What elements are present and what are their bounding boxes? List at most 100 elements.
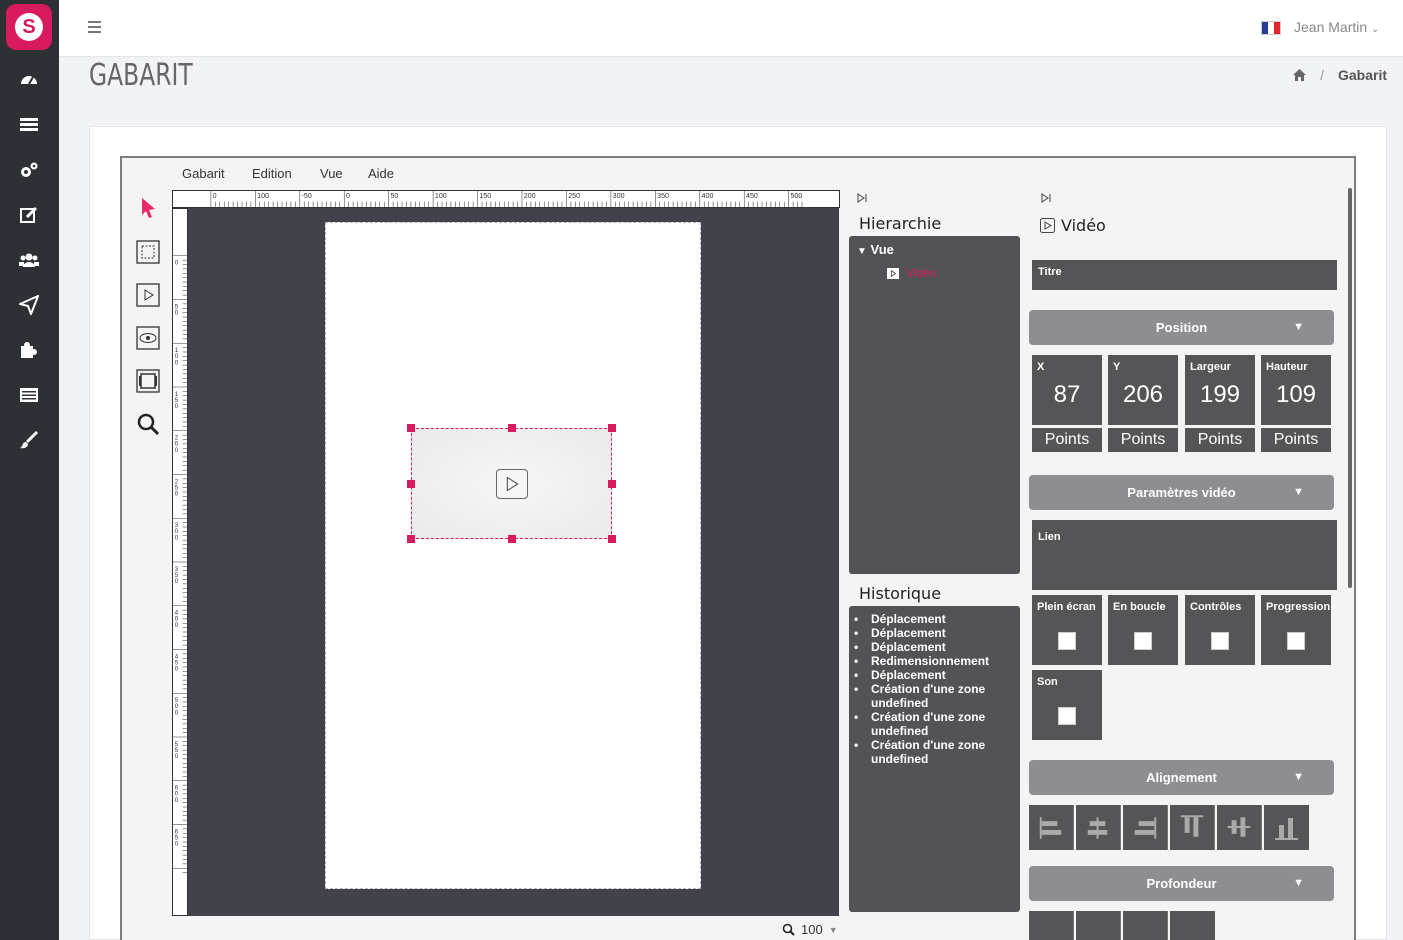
y-label: Y bbox=[1113, 361, 1121, 373]
view-tool-icon[interactable] bbox=[136, 326, 160, 350]
properties-scrollbar[interactable] bbox=[1348, 188, 1352, 588]
width-value[interactable]: 199 bbox=[1185, 381, 1255, 409]
align-middle-v-icon[interactable] bbox=[1217, 805, 1262, 850]
card-list-icon[interactable] bbox=[19, 385, 39, 405]
width-unit[interactable]: Points bbox=[1185, 428, 1255, 452]
app-logo[interactable]: S bbox=[6, 4, 52, 50]
zoom-control[interactable]: 100 ▼ bbox=[782, 922, 838, 937]
y-value[interactable]: 206 bbox=[1108, 381, 1178, 409]
slideshow-tool-icon[interactable] bbox=[136, 369, 160, 393]
ruler-top-label: 50 bbox=[390, 192, 398, 200]
menu-gabarit[interactable]: Gabarit bbox=[182, 166, 225, 181]
resize-handle-l[interactable] bbox=[407, 480, 415, 488]
depth-accordion[interactable]: Profondeur ▼ bbox=[1029, 866, 1334, 901]
sidebar: S bbox=[0, 0, 59, 940]
french-flag-icon[interactable] bbox=[1261, 21, 1281, 35]
position-accordion[interactable]: Position ▼ bbox=[1029, 310, 1334, 345]
ruler-left: 0 5 0 1 0 0 1 5 0 2 0 0 2 5 0 3 0 0 3 5 0 4 0 0 4 5 0 5 0 0 5 5 0 6 0 0 6 5 0 bbox=[172, 208, 188, 916]
link-field[interactable]: Lien bbox=[1032, 520, 1337, 590]
search-icon[interactable] bbox=[136, 412, 160, 436]
x-value[interactable]: 87 bbox=[1032, 381, 1102, 409]
collapse-pane-icon[interactable] bbox=[856, 192, 868, 204]
bring-forward-button[interactable] bbox=[1076, 911, 1121, 940]
send-back-button[interactable] bbox=[1170, 911, 1215, 940]
alignment-accordion[interactable]: Alignement ▼ bbox=[1029, 760, 1334, 795]
height-field[interactable]: Hauteur 109 bbox=[1261, 355, 1331, 425]
history-item[interactable]: Redimensionnement bbox=[854, 654, 1019, 668]
bring-front-button[interactable] bbox=[1029, 911, 1074, 940]
video-play-icon bbox=[496, 469, 528, 499]
history-item[interactable]: Création d'une zone undefined bbox=[854, 682, 1019, 710]
editor-canvas[interactable] bbox=[188, 208, 839, 916]
user-menu[interactable]: Jean Martin ⌄ bbox=[1294, 19, 1379, 35]
ruler-left-label: 650 bbox=[175, 828, 179, 847]
menu-aide[interactable]: Aide bbox=[368, 166, 394, 181]
list-icon[interactable] bbox=[19, 115, 39, 135]
progress-checkbox[interactable] bbox=[1287, 632, 1305, 650]
height-unit[interactable]: Points bbox=[1261, 428, 1331, 452]
user-name: Jean Martin bbox=[1294, 19, 1368, 35]
loop-checkbox[interactable] bbox=[1134, 632, 1152, 650]
sound-option[interactable]: Son bbox=[1032, 670, 1102, 740]
triangle-down-icon: ▼ bbox=[1293, 321, 1304, 333]
home-icon[interactable] bbox=[1293, 69, 1307, 81]
history-item[interactable]: Déplacement bbox=[854, 626, 1019, 640]
x-field[interactable]: X 87 bbox=[1032, 355, 1102, 425]
edit-icon[interactable] bbox=[19, 205, 39, 225]
resize-handle-b[interactable] bbox=[508, 535, 516, 543]
y-unit[interactable]: Points bbox=[1108, 428, 1178, 452]
brush-icon[interactable] bbox=[19, 430, 39, 450]
resize-handle-t[interactable] bbox=[508, 424, 516, 432]
video-params-accordion[interactable]: Paramètres vidéo ▼ bbox=[1029, 475, 1334, 510]
ruler-left-label: 200 bbox=[175, 435, 179, 454]
fullscreen-option[interactable]: Plein écran bbox=[1032, 595, 1102, 665]
sound-checkbox[interactable] bbox=[1058, 707, 1076, 725]
template-page[interactable] bbox=[325, 222, 701, 889]
height-value[interactable]: 109 bbox=[1261, 381, 1331, 409]
resize-handle-r[interactable] bbox=[608, 480, 616, 488]
resize-handle-bl[interactable] bbox=[407, 535, 415, 543]
resize-handle-br[interactable] bbox=[608, 535, 616, 543]
puzzle-icon[interactable] bbox=[19, 340, 39, 360]
title-field[interactable]: Titre bbox=[1032, 260, 1337, 290]
hamburger-icon[interactable] bbox=[88, 21, 101, 33]
video-tool-icon[interactable] bbox=[136, 283, 160, 307]
resize-handle-tl[interactable] bbox=[407, 424, 415, 432]
select-pointer-icon[interactable] bbox=[136, 196, 160, 220]
video-zone[interactable] bbox=[407, 424, 616, 543]
gears-icon[interactable] bbox=[19, 160, 39, 180]
align-right-icon[interactable] bbox=[1123, 805, 1168, 850]
progress-option[interactable]: Progression bbox=[1261, 595, 1331, 665]
history-item[interactable]: Déplacement bbox=[854, 612, 1019, 626]
history-item[interactable]: Déplacement bbox=[854, 640, 1019, 654]
align-top-icon[interactable] bbox=[1170, 805, 1215, 850]
x-unit[interactable]: Points bbox=[1032, 428, 1102, 452]
send-icon[interactable] bbox=[19, 295, 39, 315]
history-item[interactable]: Déplacement bbox=[854, 668, 1019, 682]
history-item[interactable]: Création d'une zone undefined bbox=[854, 738, 1019, 766]
zone-tool-icon[interactable] bbox=[136, 240, 160, 264]
align-bottom-icon[interactable] bbox=[1264, 805, 1309, 850]
width-field[interactable]: Largeur 199 bbox=[1185, 355, 1255, 425]
history-item[interactable]: Création d'une zone undefined bbox=[854, 710, 1019, 738]
ruler-top-label: 450 bbox=[746, 192, 758, 200]
link-field-label: Lien bbox=[1038, 531, 1061, 543]
users-icon[interactable] bbox=[19, 250, 39, 270]
dashboard-icon[interactable] bbox=[19, 70, 39, 90]
menu-edition[interactable]: Edition bbox=[252, 166, 292, 181]
fullscreen-checkbox[interactable] bbox=[1058, 632, 1076, 650]
send-backward-button[interactable] bbox=[1123, 911, 1168, 940]
align-left-icon[interactable] bbox=[1029, 805, 1074, 850]
y-field[interactable]: Y 206 bbox=[1108, 355, 1178, 425]
align-center-h-icon[interactable] bbox=[1076, 805, 1121, 850]
tree-node-video[interactable]: Vidéo bbox=[886, 266, 936, 280]
controls-option[interactable]: Contrôles bbox=[1185, 595, 1255, 665]
collapse-properties-icon[interactable] bbox=[1040, 192, 1052, 204]
menu-vue[interactable]: Vue bbox=[320, 166, 343, 181]
triangle-down-icon[interactable]: ▼ bbox=[857, 246, 867, 257]
resize-handle-tr[interactable] bbox=[608, 424, 616, 432]
controls-checkbox[interactable] bbox=[1211, 632, 1229, 650]
loop-option[interactable]: En boucle bbox=[1108, 595, 1178, 665]
hierarchy-title: Hierarchie bbox=[859, 214, 942, 233]
tree-node-vue[interactable]: ▼ Vue bbox=[857, 242, 894, 257]
